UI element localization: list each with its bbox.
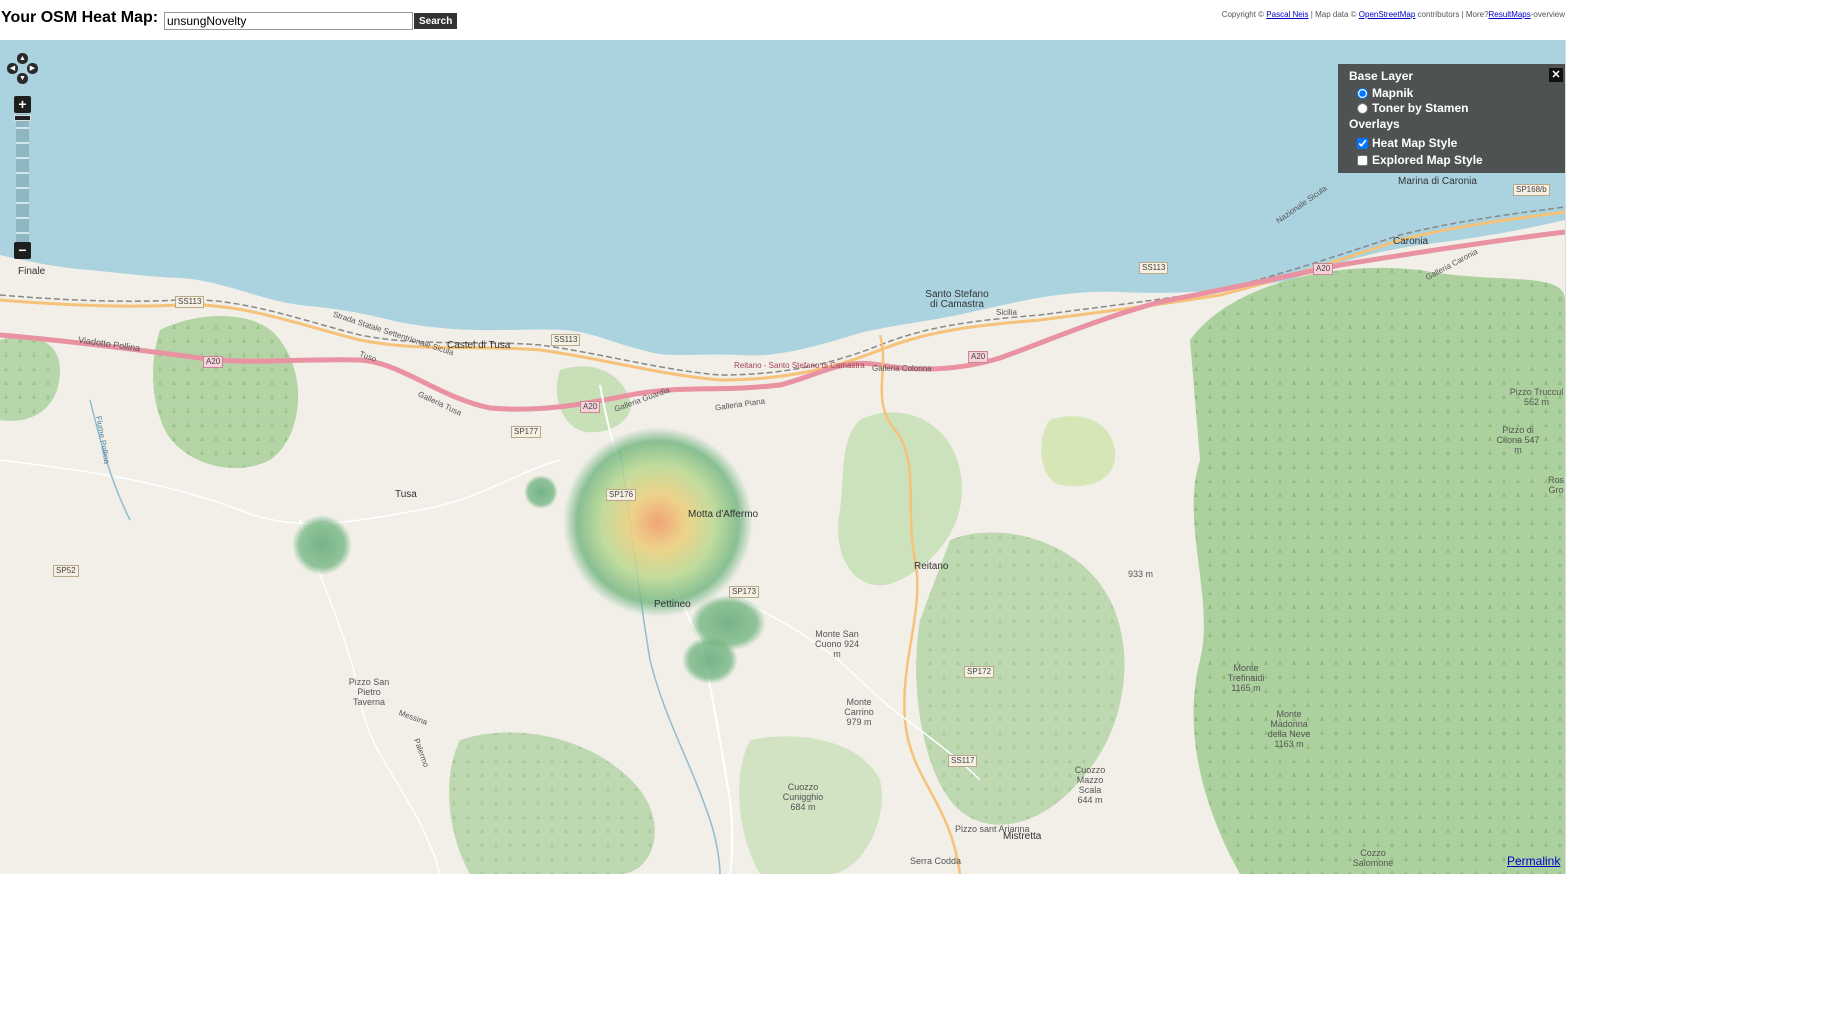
road-shield: SP173 (729, 586, 760, 598)
osm-link[interactable]: OpenStreetMap (1359, 10, 1415, 19)
pan-down-button[interactable]: ▼ (17, 73, 28, 84)
forest-area (1041, 416, 1116, 487)
road-shield: SS113 (175, 296, 205, 308)
overlay-option[interactable]: Heat Map Style (1357, 136, 1457, 150)
credits-mapdata-text: | Map data © (1310, 10, 1357, 19)
close-icon[interactable]: ✕ (1549, 68, 1563, 82)
map-label-place: Tusa (395, 489, 417, 500)
credits-copyright-text: Copyright © (1221, 10, 1265, 19)
road-shield: SS117 (948, 755, 978, 767)
map-credits: Copyright © Pascal Neis | Map data © Ope… (1222, 10, 1565, 19)
zoom-out-button[interactable]: − (14, 242, 31, 259)
heat-spot-tail (682, 636, 738, 684)
zoom-track[interactable] (16, 114, 29, 242)
map-label-place: Pettineo (654, 599, 691, 610)
forest-area (449, 732, 655, 874)
map-label-place: Santo Stefano di Camastra (925, 289, 989, 310)
map-label-peak: Monte San Cuono 924 m (814, 629, 860, 659)
credits-more-text: contributors | More? (1417, 10, 1489, 19)
road-shield: SP168/b (1513, 184, 1550, 196)
overlay-checkbox[interactable] (1357, 137, 1368, 149)
map-label-street: Sicilia (996, 308, 1017, 317)
map-label-place: Caronia (1393, 236, 1429, 247)
map-label-peak: Cozzo Salomone (1352, 848, 1394, 868)
map-label-peak: Pizzo Truccul 562 m (1509, 387, 1564, 407)
page-background (0, 874, 1845, 1029)
base-layer-radio[interactable] (1357, 102, 1368, 114)
forest-area (1190, 267, 1565, 874)
road (0, 459, 561, 525)
map-label-street: Galleria Colonna (872, 364, 932, 373)
header: Your OSM Heat Map: Search Copyright © Pa… (0, 0, 1845, 40)
base-layer-label: Toner by Stamen (1372, 101, 1469, 115)
pan-up-button[interactable]: ▲ (17, 53, 28, 64)
pan-left-button[interactable]: ◀ (7, 63, 18, 74)
road-shield-motorway: A20 (580, 401, 601, 413)
map-label-place: Reitano (914, 561, 949, 572)
base-layer-option[interactable]: Toner by Stamen (1357, 101, 1468, 115)
map-label-peak: Ros Gro (1547, 475, 1564, 495)
road-shield-motorway: A20 (1313, 263, 1334, 275)
map-label-peak: Monte Madonna della Neve 1163 m (1267, 709, 1311, 749)
map-viewport[interactable]: Finale Castel di Tusa Tusa Motta d'Affer… (0, 40, 1566, 874)
road-shield: SP177 (511, 426, 542, 438)
map-label-peak: 933 m (1128, 569, 1154, 579)
map-label-street: Reitano - Santo Stefano di Camastra (734, 361, 865, 370)
base-layer-option[interactable]: Mapnik (1357, 86, 1413, 100)
map-label-peak: Cuozzo Mazzo Scala 644 m (1074, 765, 1106, 805)
map-label-place: Serra Codda (910, 856, 962, 866)
heat-spot-main (563, 427, 753, 617)
overlay-label: Explored Map Style (1372, 153, 1483, 167)
map-label-place: Finale (18, 266, 46, 277)
overlay-option[interactable]: Explored Map Style (1357, 153, 1483, 167)
map-label-place: Motta d'Affermo (688, 509, 759, 520)
forest-area (153, 316, 299, 469)
map-label-place: Castel di Tusa (447, 340, 511, 351)
map-label-peak: Cuozzo Cunigghio 684 m (782, 782, 824, 812)
map-label-peak: Monte Trefinaidi 1165 m (1227, 663, 1265, 693)
map-label-place: Marina di Caronia (1398, 176, 1477, 187)
road-shield: SS113 (551, 334, 581, 346)
resultmaps-link[interactable]: ResultMaps (1489, 10, 1531, 19)
zoom-in-button[interactable]: + (14, 96, 31, 113)
zoom-slider-handle[interactable] (14, 115, 31, 121)
author-link[interactable]: Pascal Neis (1266, 10, 1308, 19)
search-button[interactable]: Search (414, 13, 458, 29)
page-title: Your OSM Heat Map: (1, 9, 159, 26)
map-label-peak: Monte Carrino 979 m (844, 697, 874, 727)
heat-spot (292, 515, 352, 575)
pan-control: ▲ ◀ ▶ ▼ (7, 53, 39, 85)
base-layer-radio[interactable] (1357, 87, 1368, 99)
pan-right-button[interactable]: ▶ (27, 63, 38, 74)
permalink-link[interactable]: Permalink (1507, 854, 1560, 868)
username-search-input[interactable] (164, 12, 413, 30)
road-shield-motorway: A20 (203, 356, 224, 368)
road-shield: SP52 (53, 565, 79, 577)
road-shield: SP176 (606, 489, 637, 501)
base-layer-label: Mapnik (1372, 86, 1414, 100)
map-tiles (0, 40, 1565, 874)
overlays-heading: Overlays (1349, 117, 1400, 131)
zoom-bar: + − (14, 96, 31, 260)
map-label-peak: Pizzo San Pietro Taverna (348, 677, 390, 707)
base-layer-heading: Base Layer (1349, 69, 1414, 83)
heat-spot (524, 475, 558, 509)
road-shield-motorway: A20 (968, 351, 989, 363)
forest-area (0, 336, 60, 421)
map-label-place: Pizzo sant Arianna (955, 824, 1030, 834)
road-shield: SP172 (964, 666, 995, 678)
road-shield: SS113 (1139, 262, 1169, 274)
overlay-checkbox[interactable] (1357, 154, 1368, 166)
credits-overview-text: -overview (1530, 10, 1565, 19)
layer-switcher: ✕ Base Layer Mapnik Toner by Stamen Over… (1338, 64, 1565, 173)
overlay-label: Heat Map Style (1372, 136, 1458, 150)
map-label-peak: Pizzo di Cilona 547 m (1496, 425, 1540, 455)
